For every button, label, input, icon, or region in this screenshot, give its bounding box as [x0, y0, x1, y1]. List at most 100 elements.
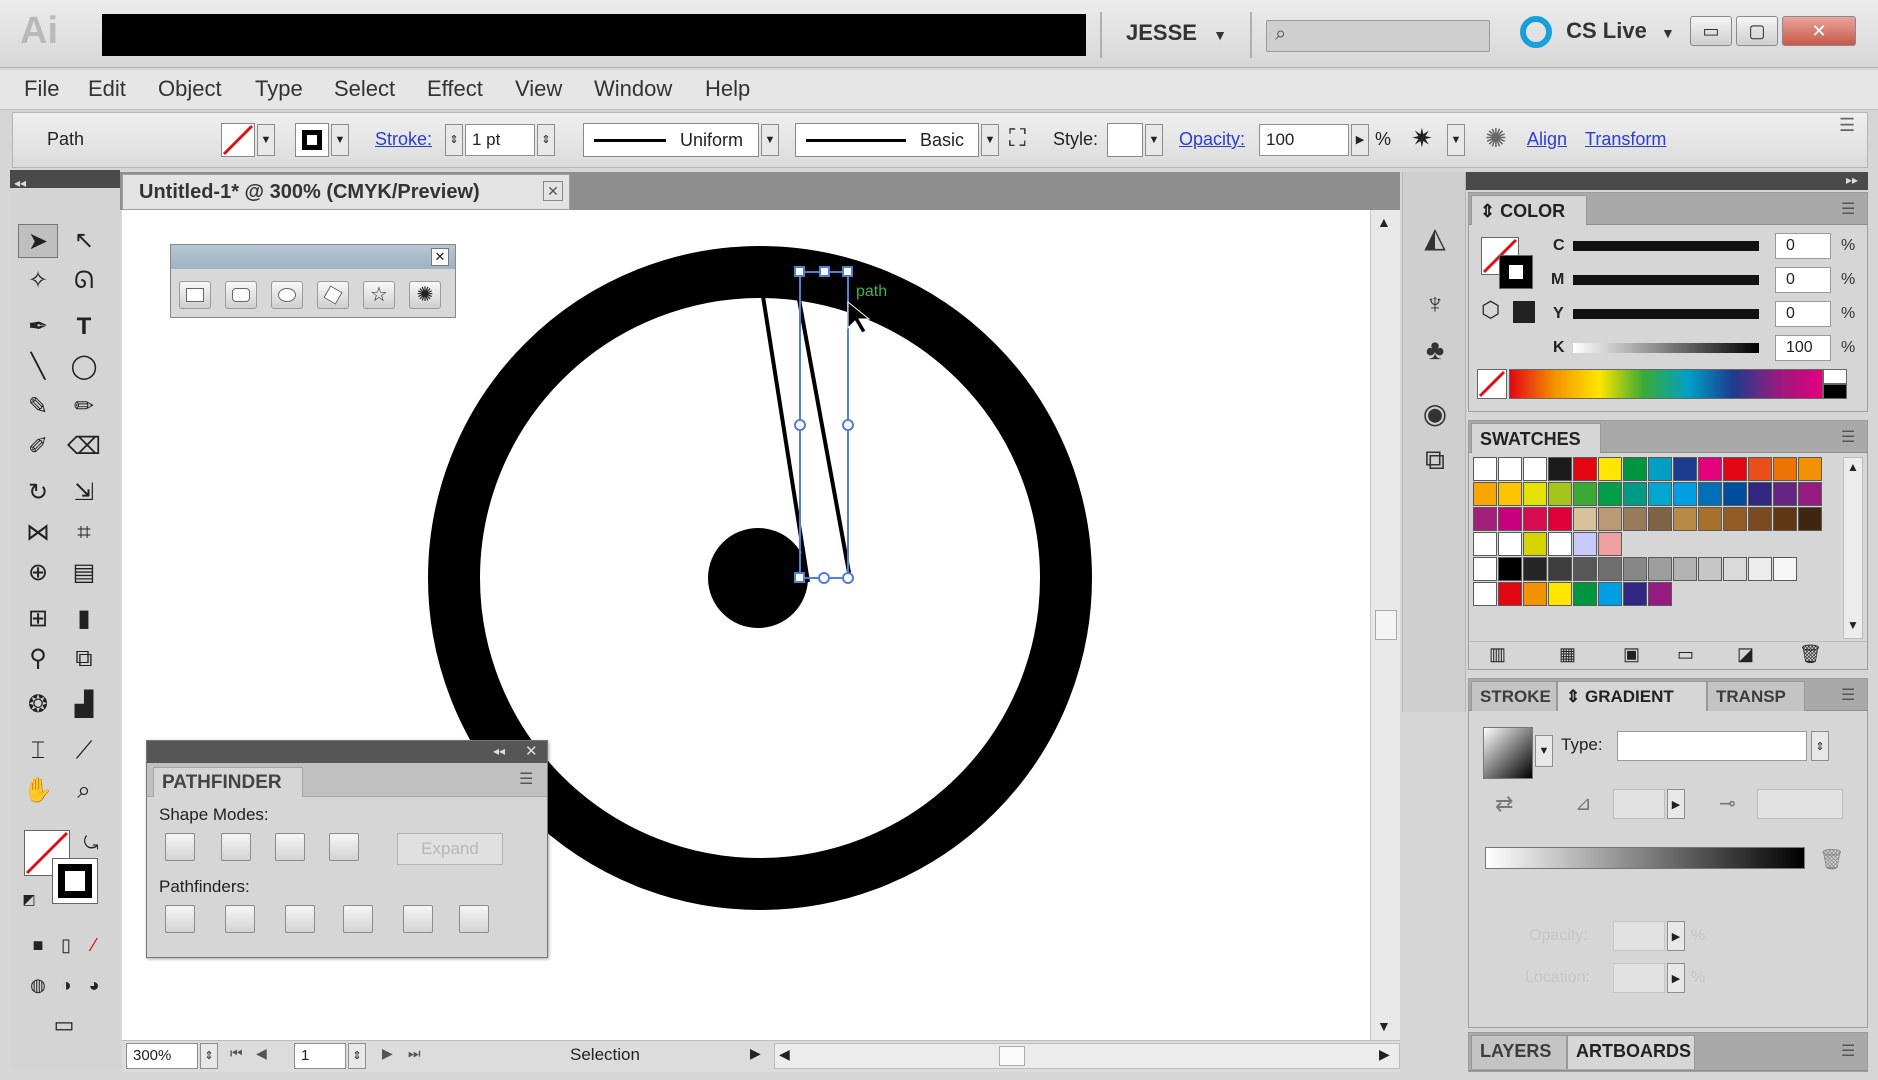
swatch[interactable]	[1548, 532, 1572, 556]
selected-path-shape[interactable]	[796, 293, 852, 579]
gradient-slider[interactable]	[1485, 847, 1805, 869]
swatch[interactable]	[1548, 507, 1572, 531]
swatch[interactable]	[1523, 557, 1547, 581]
first-artboard-icon[interactable]: ⏮	[230, 1045, 243, 1062]
swatch[interactable]	[1473, 532, 1497, 556]
ellipse-tool-icon[interactable]: ◯	[64, 350, 104, 384]
swatch[interactable]	[1623, 582, 1647, 606]
flare-tool-icon[interactable]: ✺	[409, 281, 441, 309]
none-mode-icon[interactable]: ⁄	[74, 928, 114, 962]
menu-help[interactable]: Help	[705, 76, 750, 102]
magenta-slider[interactable]	[1573, 275, 1759, 285]
show-swatch-kinds-icon[interactable]: ▦	[1559, 644, 1576, 665]
cyan-value[interactable]: 0	[1775, 233, 1831, 259]
next-artboard-icon[interactable]: ▶	[382, 1045, 393, 1062]
swatch[interactable]	[1573, 507, 1597, 531]
collapse-icon[interactable]: ◂◂	[493, 744, 505, 758]
stop-location-field[interactable]	[1613, 963, 1665, 993]
artboards-tab[interactable]: ARTBOARDS	[1567, 1035, 1695, 1069]
swatch[interactable]	[1573, 457, 1597, 481]
yellow-value[interactable]: 0	[1775, 301, 1831, 327]
swatch[interactable]	[1548, 557, 1572, 581]
swatch[interactable]	[1673, 507, 1697, 531]
menu-view[interactable]: View	[515, 76, 562, 102]
swatch-libraries-icon[interactable]: ▥	[1489, 644, 1506, 665]
scale-tool-icon[interactable]: ⇲	[64, 476, 104, 510]
panel-menu-icon[interactable]: ☰	[1839, 115, 1855, 136]
opacity-dropdown[interactable]: ▶	[1351, 124, 1369, 156]
menu-effect[interactable]: Effect	[427, 76, 483, 102]
swatch[interactable]	[1598, 507, 1622, 531]
minus-front-icon[interactable]	[221, 833, 251, 861]
scroll-thumb[interactable]	[1375, 610, 1397, 640]
style-dropdown[interactable]: ▼	[1145, 124, 1163, 156]
gradient-tool-icon[interactable]: ▮	[64, 602, 104, 636]
default-fill-stroke-icon[interactable]: ◩	[16, 882, 42, 916]
menu-edit[interactable]: Edit	[88, 76, 126, 102]
swatch[interactable]	[1573, 532, 1597, 556]
angle-dropdown[interactable]: ▶	[1667, 789, 1685, 819]
h-scroll-thumb[interactable]	[999, 1046, 1025, 1066]
color-tab[interactable]: ⇕ COLOR	[1471, 195, 1587, 225]
rounded-rectangle-tool-icon[interactable]	[225, 281, 257, 309]
stroke-weight-field[interactable]: 1 pt	[465, 124, 535, 156]
brushes-icon[interactable]: ♆	[1413, 282, 1457, 326]
stroke-swatch[interactable]	[295, 123, 329, 157]
stroke-weight-stepper[interactable]: ⇕	[445, 124, 463, 156]
lasso-tool-icon[interactable]: ᘏ	[64, 264, 104, 298]
graphic-style-swatch[interactable]	[1107, 123, 1143, 157]
trim-icon[interactable]	[225, 905, 255, 933]
swatch[interactable]	[1623, 557, 1647, 581]
stop-location-dropdown[interactable]: ▶	[1667, 963, 1685, 993]
swatches-scrollbar[interactable]: ▲ ▼	[1843, 457, 1863, 639]
swatch[interactable]	[1473, 582, 1497, 606]
transparency-tab[interactable]: TRANSP	[1707, 681, 1805, 711]
close-window-button[interactable]: ✕	[1782, 16, 1856, 46]
gradient-preset-dropdown[interactable]: ▼	[1535, 735, 1553, 767]
stroke-weight-dropdown[interactable]: ⇕	[537, 124, 555, 156]
blend-tool-icon[interactable]: ⧉	[64, 642, 104, 676]
unite-icon[interactable]	[165, 833, 195, 861]
web-safe-color-swatch[interactable]	[1513, 301, 1535, 323]
zoom-field[interactable]: 300%	[126, 1043, 198, 1069]
close-panel-icon[interactable]: ✕	[431, 248, 449, 266]
yellow-slider[interactable]	[1573, 309, 1759, 319]
outline-icon[interactable]	[403, 905, 433, 933]
black-swatch[interactable]	[1823, 384, 1847, 399]
close-document-icon[interactable]: ✕	[543, 181, 563, 201]
exclude-icon[interactable]	[329, 833, 359, 861]
stroke-tab[interactable]: STROKE	[1471, 681, 1557, 711]
brush-definition[interactable]: Basic	[795, 123, 979, 157]
pen-tool-icon[interactable]: ✒	[18, 310, 58, 344]
paintbrush-tool-icon[interactable]: ✎	[18, 390, 58, 424]
new-color-group-icon[interactable]: ▭	[1677, 644, 1694, 665]
swatch[interactable]	[1598, 557, 1622, 581]
previous-artboard-icon[interactable]: ◀	[256, 1045, 267, 1062]
color-guide-icon[interactable]: ◭	[1413, 216, 1457, 260]
swatch[interactable]	[1623, 507, 1647, 531]
pencil-tool-icon[interactable]: ✏	[64, 390, 104, 424]
menu-file[interactable]: File	[24, 76, 59, 102]
menu-select[interactable]: Select	[334, 76, 395, 102]
restore-button[interactable]: ▢	[1736, 16, 1778, 46]
divide-icon[interactable]	[165, 905, 195, 933]
scroll-up-icon[interactable]: ▲	[1377, 214, 1391, 230]
status-menu-icon[interactable]: ▶	[750, 1045, 761, 1062]
gradient-type-select[interactable]	[1617, 731, 1807, 761]
magic-wand-tool-icon[interactable]: ✧	[18, 264, 58, 298]
recolor-dropdown[interactable]: ▼	[1447, 124, 1465, 156]
swatch[interactable]	[1748, 507, 1772, 531]
swap-fill-stroke-icon[interactable]: ⤿	[76, 826, 106, 860]
swatch[interactable]	[1523, 507, 1547, 531]
swatch[interactable]	[1573, 482, 1597, 506]
panel-menu-icon[interactable]: ☰	[1841, 427, 1855, 447]
swatch[interactable]	[1748, 557, 1772, 581]
panel-menu-icon[interactable]: ☰	[1841, 1041, 1855, 1061]
swatch[interactable]	[1748, 457, 1772, 481]
swatch[interactable]	[1598, 457, 1622, 481]
column-graph-tool-icon[interactable]: ▟	[64, 688, 104, 722]
collapse-dock-icon[interactable]: ▸▸	[1846, 173, 1858, 187]
artboard-number-field[interactable]: 1	[294, 1043, 346, 1069]
width-tool-icon[interactable]: ⋈	[18, 516, 58, 550]
minimize-button[interactable]: ▭	[1690, 16, 1732, 46]
